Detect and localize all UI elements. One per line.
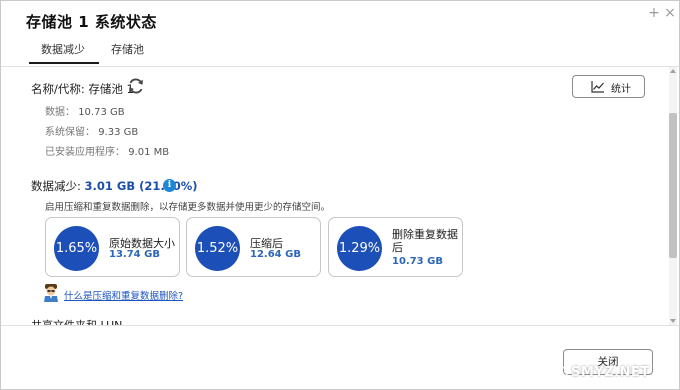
vertical-scrollbar[interactable] [669,67,677,325]
detail-system-reserved-value: 9.33 GB [98,127,139,138]
add-icon[interactable]: + [647,6,661,20]
original-size-percent: 1.65% [54,226,99,271]
pool-name: 名称/代称: 存储池 1 [31,82,134,96]
storage-pool-status-dialog: 存储池 1 系统状态 + × 数据减少 存储池 名称/代称: 存储池 1 统计 … [0,0,680,390]
after-compression-value: 12.64 GB [250,249,301,260]
detail-system-reserved-label: 系统保留： [45,127,95,138]
after-dedup-label: 删除重复数据后 [392,228,458,254]
close-icon[interactable]: × [663,6,677,20]
after-dedup-percent: 1.29% [337,226,382,271]
detail-installed-apps-label: 已安装应用程序： [45,147,125,158]
shared-folders-section-title: 共享文件夹和 LUN [31,317,122,325]
scroll-down-arrow-icon[interactable] [670,319,676,323]
reduction-description: 启用压缩和重复数据删除，以存储更多数据并使用更少的存储空间。 [45,202,331,213]
after-dedup-card: 1.29% 删除重复数据后 10.73 GB [328,217,463,277]
detail-system-reserved: 系统保留： 9.33 GB [45,123,138,138]
original-size-value: 13.74 GB [109,249,160,260]
active-tab-indicator [29,62,99,64]
detail-data: 数据： 10.73 GB [45,103,125,118]
compression-dedup-help-link[interactable]: 什么是压缩和重复数据删除? [64,288,183,302]
scrollbar-thumb[interactable] [669,113,677,258]
site-watermark: SMYZ.NET [554,365,674,387]
original-size-card: 1.65% 原始数据大小 13.74 GB [45,217,180,277]
statistics-button[interactable]: 统计 [572,75,645,98]
after-compression-card: 1.52% 压缩后 12.64 GB [186,217,321,277]
detail-installed-apps-value: 9.01 MB [128,147,170,158]
tab-storage-pool[interactable]: 存储池 [111,41,144,65]
dialog-title: 存储池 1 系统状态 [26,13,157,31]
scroll-up-arrow-icon[interactable] [670,69,676,73]
watermark-logo-icon [554,365,568,380]
detail-data-label: 数据： [45,107,75,118]
data-reduction-label: 数据减少: [31,179,81,193]
info-icon[interactable]: i [163,179,176,192]
statistics-button-label: 统计 [611,84,631,95]
content-panel: 名称/代称: 存储池 1 统计 数据： 10.73 GB 系统保留： 9.33 … [1,67,669,325]
line-chart-icon [591,81,604,93]
detail-data-value: 10.73 GB [78,107,125,118]
after-compression-percent: 1.52% [195,226,240,271]
detail-installed-apps: 已安装应用程序： 9.01 MB [45,143,169,158]
after-dedup-value: 10.73 GB [392,256,443,267]
title-bar: 存储池 1 系统状态 + × [1,1,679,39]
refresh-icon[interactable] [126,76,146,96]
footer-divider [1,325,679,326]
help-avatar-icon [44,284,58,302]
data-reduction-value: 3.01 GB (21.90%) [84,179,198,193]
watermark-text: SMYZ.NET [571,365,650,380]
